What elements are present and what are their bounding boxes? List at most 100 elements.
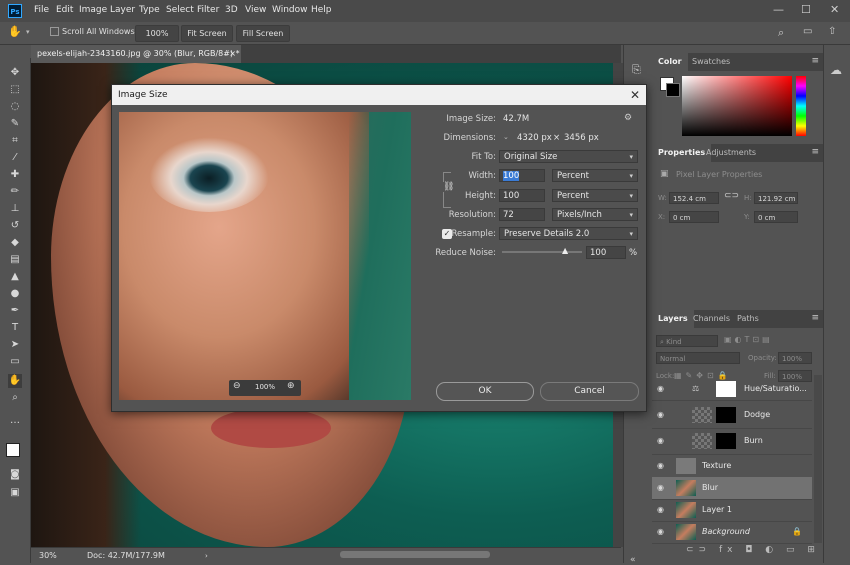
status-arrow-icon[interactable]: ›	[205, 548, 208, 564]
tab-paths[interactable]: Paths	[731, 310, 765, 328]
zoom-100-button[interactable]: 100%	[135, 25, 179, 42]
color-panel-menu-icon[interactable]: ≡	[811, 56, 819, 66]
layers-scrollbar[interactable]	[814, 375, 822, 543]
layer-kind-filter[interactable]: ⌕ Kind	[656, 335, 718, 347]
layer-row[interactable]: ◉ Burn	[652, 430, 812, 455]
layer-row-selected[interactable]: ◉ Blur	[652, 477, 812, 500]
search-icon[interactable]: ⌕	[778, 26, 784, 40]
menu-layer[interactable]: Layer	[110, 5, 135, 15]
hand-tool-icon[interactable]: ✋	[8, 25, 22, 38]
fit-screen-button[interactable]: Fit Screen	[181, 25, 233, 42]
visibility-eye-icon[interactable]: ◉	[657, 378, 664, 400]
layer-row[interactable]: ◉ Layer 1	[652, 499, 812, 522]
menu-type[interactable]: Type	[139, 5, 160, 15]
menu-window[interactable]: Window	[272, 5, 308, 15]
eraser-tool-icon[interactable]: ◆	[8, 236, 22, 250]
tab-channels[interactable]: Channels	[687, 310, 736, 328]
tab-swatches[interactable]: Swatches	[686, 53, 736, 71]
history-panel-icon[interactable]: ⎘	[632, 63, 641, 77]
maximize-button[interactable]: ☐	[801, 3, 811, 16]
visibility-eye-icon[interactable]: ◉	[657, 430, 664, 452]
fill-screen-button[interactable]: Fill Screen	[236, 25, 290, 42]
menu-3d[interactable]: 3D	[225, 5, 238, 15]
pen-tool-icon[interactable]: ✒	[8, 304, 22, 318]
opacity-field[interactable]: 100%	[778, 352, 812, 364]
hand-tool-active-icon[interactable]: ✋	[8, 374, 22, 388]
width-unit-select[interactable]: Percent ▾	[552, 169, 638, 182]
visibility-eye-icon[interactable]: ◉	[657, 477, 664, 499]
x-field[interactable]: 0 cm	[669, 211, 719, 223]
eyedropper-tool-icon[interactable]: ⁄	[8, 151, 22, 165]
document-tab[interactable]: pexels-elijah-2343160.jpg @ 30% (Blur, R…	[31, 45, 241, 63]
cancel-button[interactable]: Cancel	[540, 382, 639, 401]
layer-row[interactable]: ◉ ⚖ Hue/Saturatio...	[652, 378, 812, 401]
clone-stamp-tool-icon[interactable]: ⊥	[8, 202, 22, 216]
layers-panel-menu-icon[interactable]: ≡	[811, 313, 819, 323]
lasso-tool-icon[interactable]: ◌	[8, 100, 22, 114]
scroll-all-windows-checkbox[interactable]	[50, 27, 59, 36]
layer-row[interactable]: ◉ Texture	[652, 455, 812, 478]
menu-file[interactable]: File	[34, 5, 49, 15]
layers-footer-icons[interactable]: ⊂⊃ fx ◘ ◐ ▭ ⊞ 🗑	[686, 545, 844, 555]
zoom-in-icon[interactable]: ⊕	[287, 381, 295, 391]
properties-panel-menu-icon[interactable]: ≡	[811, 147, 819, 157]
menu-select[interactable]: Select	[166, 5, 194, 15]
tool-preset-chevron-icon[interactable]: ▾	[26, 28, 30, 36]
gradient-tool-icon[interactable]: ▤	[8, 253, 22, 267]
menu-filter[interactable]: Filter	[197, 5, 219, 15]
reduce-noise-slider-track[interactable]	[502, 251, 582, 253]
w-field[interactable]: 152.4 cm	[669, 192, 719, 204]
quick-select-tool-icon[interactable]: ✎	[8, 117, 22, 131]
tab-adjustments[interactable]: Adjustments	[700, 144, 762, 162]
rectangle-tool-icon[interactable]: ▭	[8, 355, 22, 369]
tab-color[interactable]: Color	[652, 53, 688, 71]
marquee-tool-icon[interactable]: ⬚	[8, 83, 22, 97]
resolution-input[interactable]: 72	[499, 208, 545, 221]
path-selection-tool-icon[interactable]: ➤	[8, 338, 22, 352]
share-icon[interactable]: ⇧	[828, 26, 836, 37]
visibility-eye-icon[interactable]: ◉	[657, 521, 664, 543]
image-preview[interactable]: ⊖ 100% ⊕	[119, 112, 411, 400]
minimize-button[interactable]: —	[773, 3, 784, 16]
quick-mask-icon[interactable]: ◙	[8, 468, 22, 482]
workspace-icon[interactable]: ▭	[803, 26, 812, 37]
move-tool-icon[interactable]: ✥	[8, 66, 22, 80]
resample-select[interactable]: Preserve Details 2.0 ▾	[499, 227, 638, 240]
crop-tool-icon[interactable]: ⌗	[8, 134, 22, 148]
height-input[interactable]: 100	[499, 189, 545, 202]
y-field[interactable]: 0 cm	[754, 211, 798, 223]
menu-help[interactable]: Help	[311, 5, 332, 15]
visibility-eye-icon[interactable]: ◉	[657, 499, 664, 521]
type-tool-icon[interactable]: T	[8, 321, 22, 335]
history-brush-tool-icon[interactable]: ↺	[8, 219, 22, 233]
hue-slider[interactable]	[796, 76, 806, 136]
zoom-tool-icon[interactable]: ⌕	[8, 391, 22, 405]
zoom-out-icon[interactable]: ⊖	[233, 381, 241, 391]
fit-to-select[interactable]: Original Size ▾	[499, 150, 638, 163]
close-window-button[interactable]: ✕	[830, 3, 839, 16]
dialog-close-icon[interactable]: ✕	[630, 85, 640, 105]
resolution-unit-select[interactable]: Pixels/Inch ▾	[552, 208, 638, 221]
reduce-noise-input[interactable]: 100	[586, 246, 626, 259]
menu-view[interactable]: View	[245, 5, 266, 15]
canvas-horizontal-scrollbar[interactable]	[340, 551, 490, 558]
layer-filter-icons[interactable]: ▣◐T⊡▤	[724, 335, 773, 344]
collapse-panels-icon[interactable]: «	[630, 555, 636, 565]
dodge-tool-icon[interactable]: ●	[8, 287, 22, 301]
width-input[interactable]: 100	[499, 169, 545, 182]
edit-toolbar-icon[interactable]: …	[8, 414, 22, 428]
screen-mode-icon[interactable]: ▣	[8, 486, 22, 500]
document-tab-close-icon[interactable]: ×	[229, 45, 236, 63]
color-saturation-field[interactable]	[682, 76, 792, 136]
link-dimensions-icon[interactable]: ⊂⊃	[724, 191, 739, 201]
blend-mode-select[interactable]: Normal	[656, 352, 740, 364]
layer-row[interactable]: ◉ Dodge	[652, 404, 812, 429]
libraries-icon[interactable]: ☁	[830, 63, 842, 77]
brush-tool-icon[interactable]: ✏	[8, 185, 22, 199]
foreground-color-swatch[interactable]	[6, 443, 20, 457]
status-zoom[interactable]: 30%	[39, 548, 57, 564]
layer-row[interactable]: ◉ Background 🔒	[652, 521, 812, 544]
settings-gear-icon[interactable]: ⚙	[624, 113, 632, 123]
blur-tool-icon[interactable]: ▲	[8, 270, 22, 284]
h-field[interactable]: 121.92 cm	[754, 192, 798, 204]
